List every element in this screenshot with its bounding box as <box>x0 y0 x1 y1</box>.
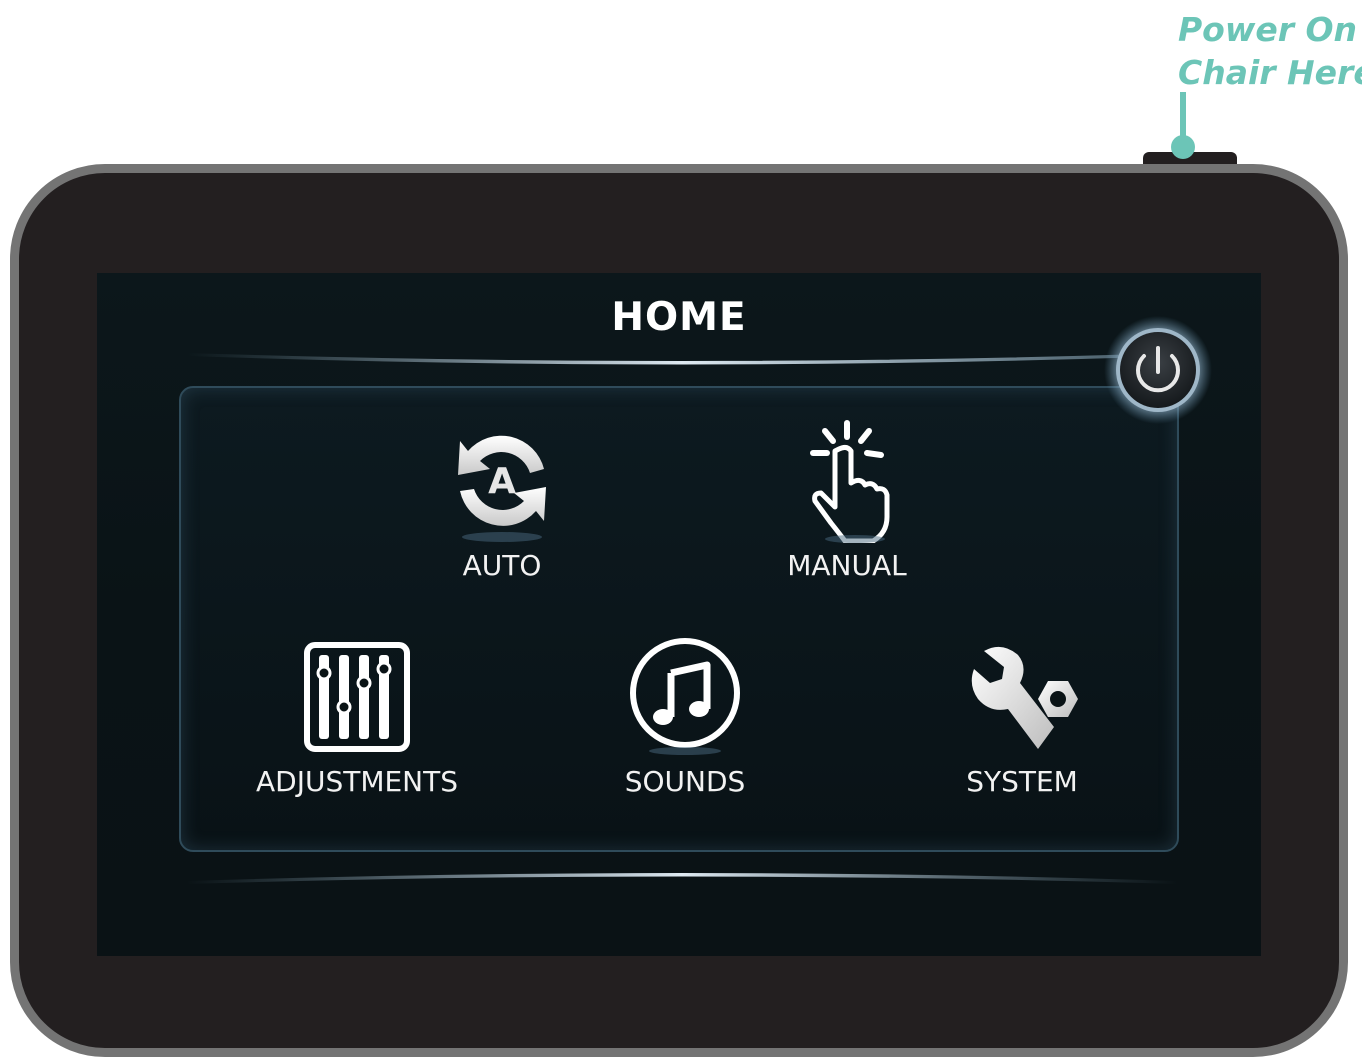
adjustments-button[interactable]: ADJUSTMENTS <box>237 637 477 798</box>
wrench-nut-icon <box>971 646 1078 749</box>
power-callout-text: Power On Chair Here <box>1178 8 1362 94</box>
callout-line-2: Chair Here <box>1178 53 1362 92</box>
page-title: HOME <box>611 295 747 340</box>
callout-pointer-dot <box>1171 135 1195 159</box>
adjustments-label: ADJUSTMENTS <box>255 765 458 798</box>
bottom-glow-divider <box>187 873 1177 884</box>
tap-hand-icon <box>810 420 890 543</box>
sounds-label: SOUNDS <box>624 765 746 798</box>
music-note-icon <box>630 638 740 755</box>
svg-text:A: A <box>488 461 516 502</box>
auto-label: AUTO <box>462 549 542 582</box>
auto-cycle-icon: A <box>458 435 546 542</box>
system-button[interactable]: SYSTEM <box>942 637 1102 798</box>
sliders-icon <box>304 642 410 752</box>
callout-line-1: Power On <box>1178 10 1358 49</box>
manual-label: MANUAL <box>787 549 907 582</box>
screen-power-button[interactable] <box>1104 316 1212 424</box>
auto-button[interactable]: A AUTO <box>427 419 577 582</box>
remote-screen: HOME A AUTO MANUAL ADJUSTMENTS SOUNDS SY… <box>97 273 1261 956</box>
stage: Power On Chair Here HOME A AUTO MANUAL A… <box>0 0 1362 1059</box>
top-glow-divider <box>187 353 1177 365</box>
manual-button[interactable]: MANUAL <box>767 419 927 582</box>
system-label: SYSTEM <box>966 765 1078 798</box>
sounds-button[interactable]: SOUNDS <box>605 637 765 798</box>
